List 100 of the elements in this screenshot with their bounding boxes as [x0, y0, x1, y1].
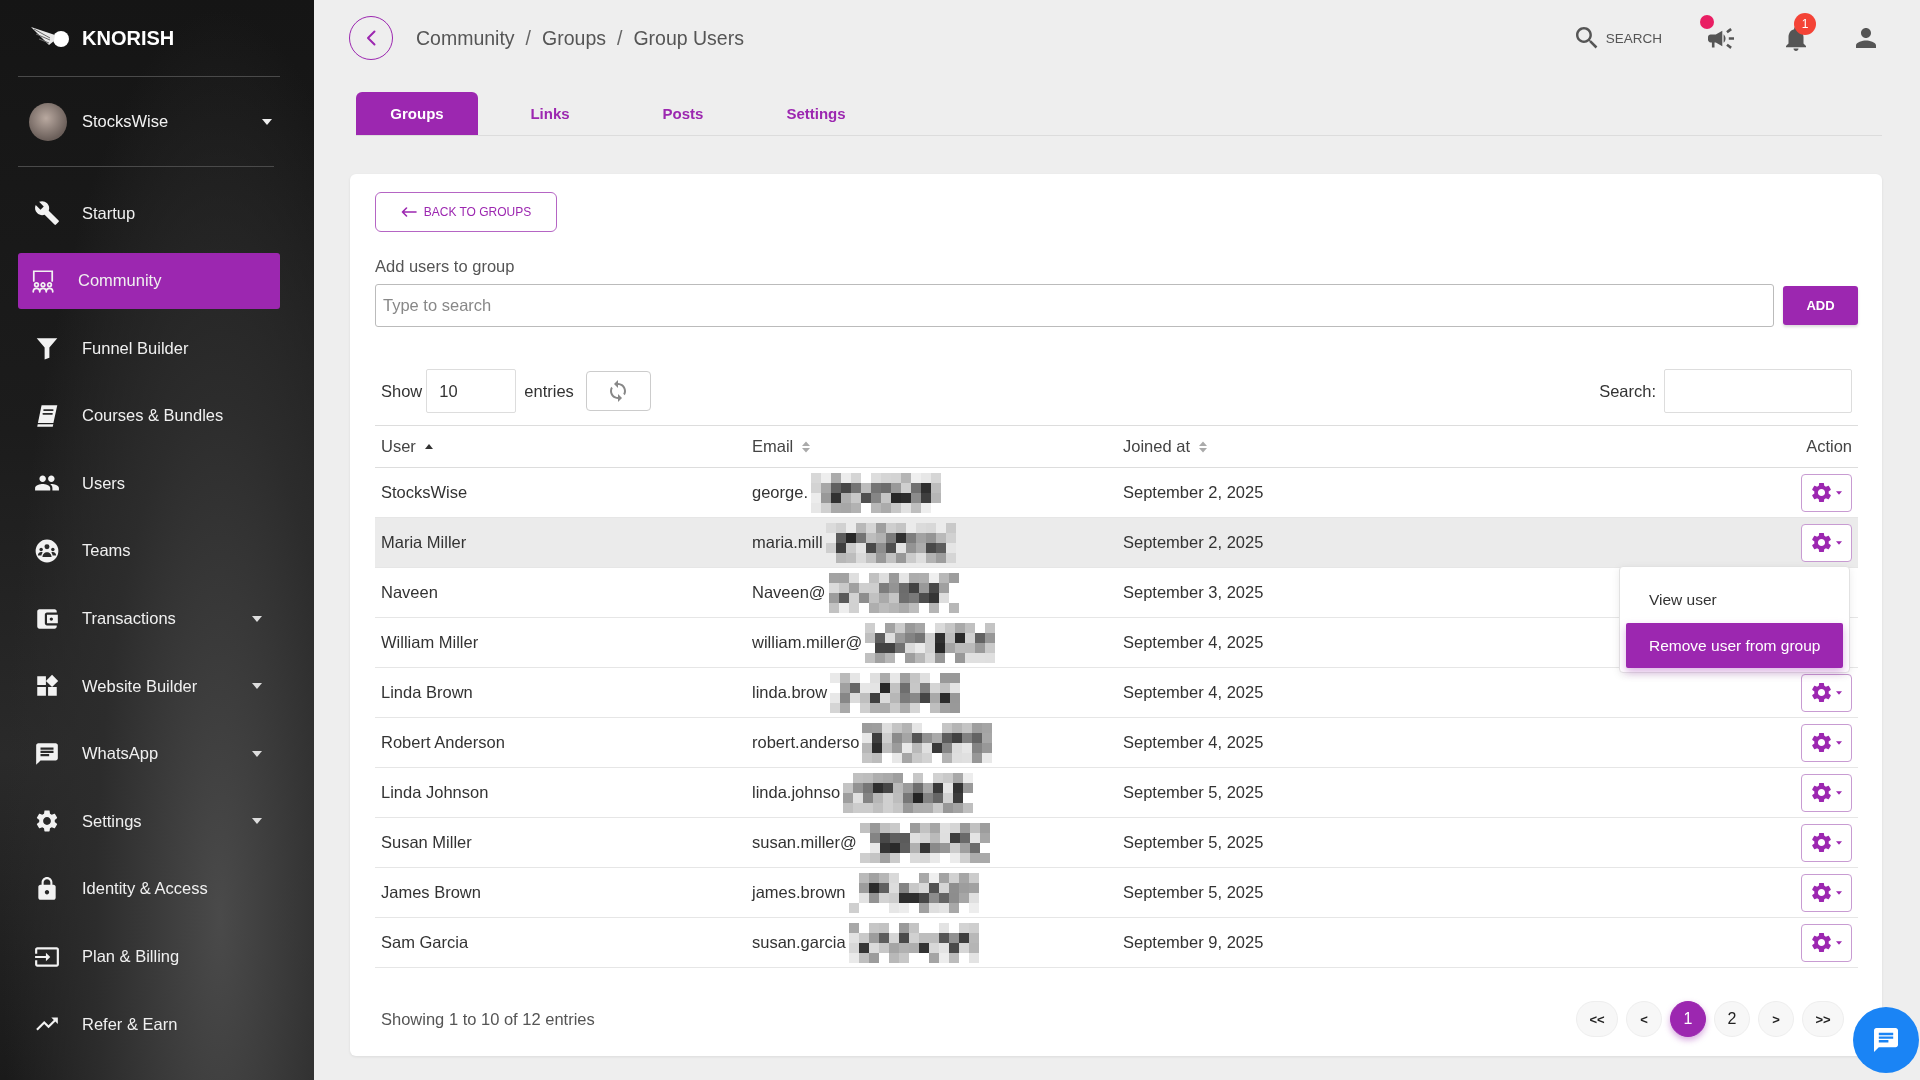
sidebar-item[interactable]: Community	[18, 252, 280, 309]
caret-icon	[1835, 690, 1842, 695]
search-icon	[1575, 27, 1598, 49]
show-label: Show	[381, 381, 423, 401]
tab[interactable]: Groups	[356, 92, 478, 135]
row-actions-button[interactable]	[1801, 723, 1852, 762]
row-actions-button[interactable]	[1801, 923, 1852, 962]
gear-icon	[1811, 482, 1831, 503]
table-search-field[interactable]	[1664, 369, 1852, 413]
tab[interactable]: Settings	[755, 92, 877, 135]
sidebar-item[interactable]: Transactions	[18, 590, 280, 647]
caret-icon	[1835, 840, 1842, 845]
page-button[interactable]: >	[1758, 1001, 1794, 1037]
user-icon[interactable]	[1856, 28, 1876, 48]
page-length-select[interactable]: 10	[426, 369, 517, 413]
user-search-field[interactable]: Type to search	[375, 284, 1774, 327]
field-label: Add users to group	[375, 257, 515, 276]
user-name-cell: Linda Johnson	[381, 783, 489, 802]
menu-item[interactable]: View user	[1626, 579, 1843, 621]
row-actions-button[interactable]	[1801, 523, 1852, 562]
row-actions-button[interactable]	[1801, 673, 1852, 712]
sidebar-item[interactable]: Teams	[18, 522, 280, 579]
user-name-cell: Linda Brown	[381, 683, 473, 702]
sidebar-item[interactable]: Refer & Earn	[18, 996, 280, 1053]
row-actions-button[interactable]	[1801, 823, 1852, 862]
email-cell: linda.brow	[752, 683, 828, 702]
caret-icon	[1835, 740, 1842, 745]
user-name-cell: Robert Anderson	[381, 733, 505, 752]
sidebar-item[interactable]: Courses & Bundles	[18, 387, 280, 444]
sidebar-item[interactable]: Users	[18, 455, 280, 512]
message-icon	[1874, 1028, 1898, 1052]
row-actions-button[interactable]	[1801, 873, 1852, 912]
user-name-cell: Susan Miller	[381, 833, 472, 852]
wrench-icon	[34, 200, 60, 226]
funnel-icon	[34, 335, 60, 362]
column-header[interactable]: Email	[752, 437, 794, 456]
search-label: Search:	[1599, 381, 1656, 401]
breadcrumb-separator: /	[525, 26, 532, 50]
user-name-cell: Naveen	[381, 583, 438, 602]
sidebar-item[interactable]: Identity & Access	[18, 860, 280, 917]
page-button[interactable]: >>	[1802, 1001, 1844, 1037]
profile-name[interactable]: StocksWise	[82, 112, 169, 131]
joined-date-cell: September 2, 2025	[1123, 483, 1264, 502]
page-button[interactable]: <	[1626, 1001, 1662, 1037]
caret-icon	[1835, 790, 1842, 795]
megaphone-icon[interactable]	[1708, 27, 1734, 49]
chevron-left-icon	[366, 30, 376, 46]
joined-date-cell: September 4, 2025	[1123, 633, 1264, 652]
refresh-icon	[610, 380, 627, 402]
sidebar-item[interactable]: WhatsApp	[18, 725, 280, 782]
menu-item[interactable]: Remove user from group	[1626, 623, 1843, 668]
chat-icon	[34, 740, 60, 767]
column-header[interactable]: Joined at	[1123, 437, 1190, 456]
sort-ascending-icon[interactable]	[424, 444, 433, 449]
sidebar-item[interactable]: Plan & Billing	[18, 928, 280, 985]
page-button[interactable]: <<	[1576, 1001, 1618, 1037]
sidebar-item[interactable]: Website Builder	[18, 658, 280, 715]
joined-date-cell: September 2, 2025	[1123, 533, 1264, 552]
email-cell: maria.mill	[752, 533, 823, 552]
people-at-board-icon	[30, 267, 56, 294]
row-actions-button[interactable]	[1801, 773, 1852, 812]
column-header[interactable]: User	[381, 437, 416, 456]
breadcrumb-link[interactable]: Community	[416, 26, 515, 50]
tab[interactable]: Posts	[622, 92, 744, 135]
search-button[interactable]: SEARCH	[1575, 27, 1662, 49]
email-cell: Naveen@	[752, 583, 826, 602]
joined-date-cell: September 5, 2025	[1123, 883, 1264, 902]
caret-icon	[1835, 490, 1842, 495]
gear-icon	[1811, 782, 1831, 803]
email-cell: william.miller@	[752, 633, 863, 652]
caret-icon	[1835, 890, 1842, 895]
table-info: Showing 1 to 10 of 12 entries	[380, 1009, 595, 1029]
add-button[interactable]: ADD	[1783, 286, 1858, 325]
page-button[interactable]: 1	[1670, 1001, 1706, 1037]
email-cell: linda.johnso	[752, 783, 841, 802]
sidebar-item[interactable]: Funnel Builder	[18, 320, 280, 377]
joined-date-cell: September 3, 2025	[1123, 583, 1264, 602]
caret-icon[interactable]	[262, 118, 272, 125]
joined-date-cell: September 4, 2025	[1123, 733, 1264, 752]
refresh-button[interactable]	[585, 371, 651, 411]
column-header: Action	[1806, 437, 1852, 456]
breadcrumb-link[interactable]: Groups	[542, 26, 606, 50]
tab[interactable]: Links	[489, 92, 611, 135]
page-button[interactable]: 2	[1714, 1001, 1750, 1037]
row-actions-button[interactable]	[1801, 473, 1852, 512]
user-name-cell: Sam Garcia	[381, 933, 469, 952]
gear-icon	[1811, 682, 1831, 703]
people-in-circle-icon	[34, 537, 60, 564]
joined-date-cell: September 5, 2025	[1123, 833, 1264, 852]
breadcrumb-link[interactable]: Group Users	[633, 26, 744, 50]
user-name-cell: William Miller	[381, 633, 479, 652]
user-name-cell: Maria Miller	[381, 533, 467, 552]
sidebar-item[interactable]: Startup	[18, 185, 280, 241]
user-name-cell: StocksWise	[381, 483, 468, 502]
notification-count: 1	[1794, 12, 1816, 35]
email-cell: robert.anderso	[752, 733, 860, 752]
back-to-groups-button[interactable]: BACK TO GROUPS	[375, 192, 557, 232]
sidebar-item[interactable]: Settings	[18, 793, 280, 850]
email-cell: susan.garcia	[752, 933, 846, 952]
joined-date-cell: September 5, 2025	[1123, 783, 1264, 802]
